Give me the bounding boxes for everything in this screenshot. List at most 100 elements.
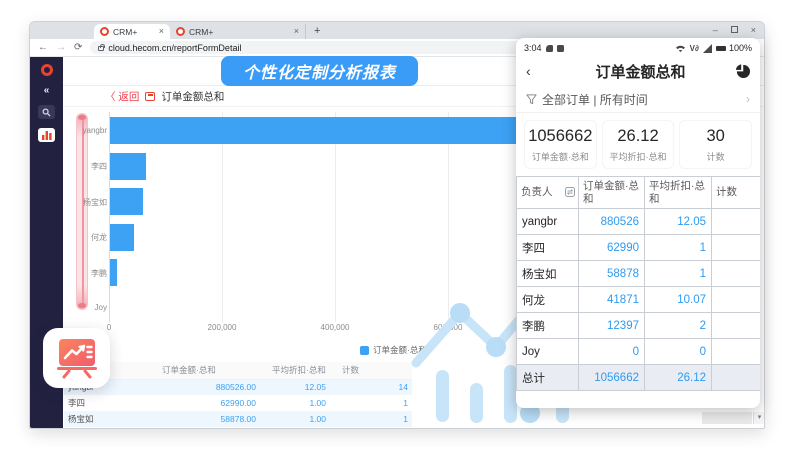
notification-icon	[557, 45, 564, 52]
y-axis-category-label: 杨宝如	[63, 197, 107, 208]
y-axis-category-label: 何龙	[63, 232, 107, 243]
phone-column-header: 负责人	[517, 177, 579, 209]
report-module-icon[interactable]	[38, 128, 55, 142]
phone-header: ‹ 订单金额总和	[516, 56, 760, 86]
stat-value: 30	[680, 127, 751, 146]
stat-value: 26.12	[603, 127, 674, 146]
value-cell: 10.07	[645, 287, 712, 313]
stat-card: 30 计数	[679, 120, 752, 169]
value-cell: 58878	[579, 261, 645, 287]
column-header: 订单金额·总和	[150, 362, 260, 379]
minimize-button[interactable]: –	[713, 23, 718, 37]
annotation-banner: 个性化定制分析报表	[221, 56, 418, 86]
back-link[interactable]: 〈 返回	[105, 89, 139, 104]
total-row: 总计105666226.12	[517, 365, 761, 391]
value-cell: 12397	[579, 313, 645, 339]
phone-column-header: 计数	[712, 177, 761, 209]
phone-column-header: 平均折扣·总和	[645, 177, 712, 209]
report-data-table: 负责人订单金额·总和平均折扣·总和计数 yangbr880526.0012.05…	[64, 362, 412, 427]
datazoom-slider[interactable]	[76, 113, 88, 310]
person-cell: 李四	[64, 395, 150, 411]
value-cell: 2	[645, 313, 712, 339]
desktop: CRM+ × CRM+ × + – × ← → ⟳ cloud.hecom.cn…	[0, 0, 792, 459]
value-cell: 880526.00	[150, 379, 260, 395]
value-cell: 14	[330, 379, 412, 395]
value-cell	[712, 339, 761, 365]
table-header-row: 负责人订单金额·总和平均折扣·总和计数	[64, 362, 412, 379]
value-cell: 880526	[579, 209, 645, 235]
value-cell: 1	[645, 235, 712, 261]
close-button[interactable]: ×	[751, 23, 756, 37]
slider-handle-top[interactable]	[78, 115, 86, 120]
scrollbar-arrow[interactable]: ▾	[753, 412, 764, 424]
forward-icon[interactable]: →	[56, 43, 66, 53]
horizontal-scrollbar[interactable]	[702, 412, 752, 424]
new-tab-button[interactable]: +	[314, 24, 320, 39]
table-body: yangbr880526.0012.0514李四62990.001.001杨宝如…	[64, 379, 412, 427]
swap-sort-icon[interactable]	[565, 187, 575, 197]
y-axis-category-label: 李鹏	[63, 268, 107, 279]
person-cell: 总计	[517, 365, 579, 391]
x-axis-tick-label: 400,000	[321, 323, 350, 332]
phone-back-icon[interactable]: ‹	[526, 63, 546, 79]
back-icon[interactable]: ←	[38, 43, 48, 53]
notification-icon	[546, 45, 553, 52]
phone-table-row: 何龙4187110.07	[517, 287, 761, 313]
browser-tab-2[interactable]: CRM+ ×	[170, 24, 306, 39]
phone-table-row: 李四629901	[517, 235, 761, 261]
stat-label: 订单金额·总和	[525, 150, 596, 163]
value-cell: 1	[330, 395, 412, 411]
stat-value: 1056662	[525, 127, 596, 146]
value-cell: 1056662	[579, 365, 645, 391]
wifi-icon	[675, 44, 686, 53]
value-cell: 58878.00	[150, 411, 260, 427]
phone-title: 订单金额总和	[546, 61, 735, 82]
person-cell: 杨宝如	[517, 261, 579, 287]
pie-chart-icon[interactable]	[735, 64, 750, 79]
phone-table-header-row: 负责人订单金额·总和平均折扣·总和计数	[517, 177, 761, 209]
tab-title: CRM+	[113, 27, 155, 37]
presentation-chart-icon	[55, 337, 99, 379]
chevron-right-icon: ›	[746, 92, 750, 106]
collapse-icon[interactable]: «	[44, 85, 50, 96]
value-cell: 41871	[579, 287, 645, 313]
browser-tab-1[interactable]: CRM+ ×	[94, 24, 170, 39]
value-cell: 0	[645, 339, 712, 365]
value-cell	[712, 261, 761, 287]
table-row: 李四62990.001.001	[64, 395, 412, 411]
legend-swatch	[360, 346, 369, 355]
phone-column-header: 订单金额·总和	[579, 177, 645, 209]
stat-label: 计数	[680, 150, 751, 163]
person-cell: 李鹏	[517, 313, 579, 339]
phone-table-row: 杨宝如588781	[517, 261, 761, 287]
volte-icon: V∂	[690, 44, 699, 53]
battery-percent: 100%	[729, 43, 752, 53]
value-cell: 62990	[579, 235, 645, 261]
value-cell: 62990.00	[150, 395, 260, 411]
refresh-icon[interactable]: ⟳	[74, 43, 82, 53]
url-text: cloud.hecom.cn/reportFormDetail	[108, 43, 241, 53]
filter-text: 全部订单 | 所有时间	[542, 91, 648, 108]
crm-favicon	[100, 27, 109, 36]
value-cell	[712, 235, 761, 261]
phone-summary-stats: 1056662 订单金额·总和 26.12平均折扣·总和 30 计数	[516, 113, 760, 176]
value-cell: 1.00	[260, 411, 330, 427]
tab-close-icon[interactable]: ×	[294, 27, 299, 36]
y-axis-category-label: yangbr	[63, 126, 107, 135]
person-cell: 何龙	[517, 287, 579, 313]
search-icon[interactable]	[38, 105, 55, 119]
status-time: 3:04	[524, 43, 542, 53]
value-cell	[712, 313, 761, 339]
value-cell: 0	[579, 339, 645, 365]
report-fab-button[interactable]	[43, 328, 110, 388]
crm-favicon	[176, 27, 185, 36]
stat-card: 26.12平均折扣·总和	[602, 120, 675, 169]
table-row: yangbr880526.0012.0514	[64, 379, 412, 395]
tab-close-icon[interactable]: ×	[159, 27, 164, 36]
battery-icon	[716, 46, 725, 51]
maximize-button[interactable]	[731, 26, 738, 33]
padlock-icon	[98, 46, 104, 51]
phone-filter-bar[interactable]: 全部订单 | 所有时间 ›	[516, 86, 760, 113]
page-title: 订单金额总和	[161, 89, 224, 104]
x-axis-tick-label: 200,000	[208, 323, 237, 332]
